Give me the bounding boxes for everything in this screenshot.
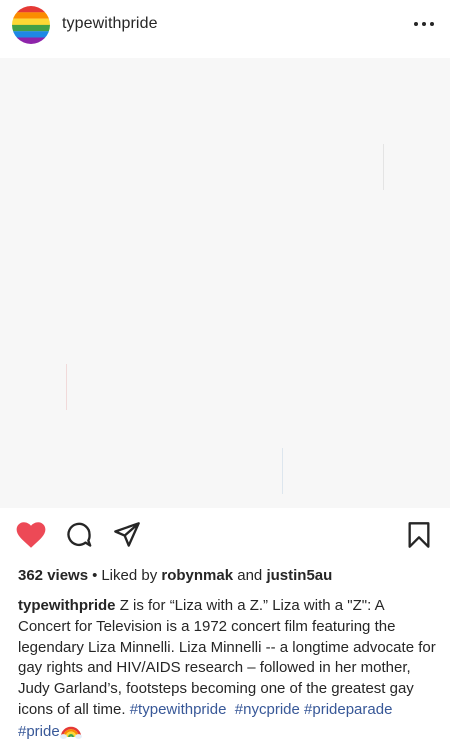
- liker-username[interactable]: justin5au: [266, 567, 332, 584]
- post-author-username[interactable]: typewithpride: [62, 15, 158, 33]
- comment-button[interactable]: [64, 520, 94, 550]
- action-bar: [0, 520, 450, 556]
- post-image[interactable]: [0, 58, 450, 508]
- hashtag-link[interactable]: #pride: [18, 723, 60, 740]
- image-speck: [383, 144, 384, 190]
- hashtag-link[interactable]: #prideparade: [304, 701, 392, 718]
- caption-text: Z is for “Liza with a Z.” Liza with a "Z…: [18, 597, 436, 718]
- image-speck: [66, 364, 67, 410]
- post-caption: typewithpride Z is for “Liza with a Z.” …: [18, 596, 438, 743]
- separator-dot: •: [92, 567, 98, 584]
- save-button[interactable]: [404, 520, 434, 550]
- caption-username[interactable]: typewithpride: [18, 597, 116, 614]
- views-count[interactable]: 362 views: [18, 567, 88, 584]
- hashtag-link[interactable]: #typewithpride: [130, 701, 227, 718]
- rainbow-avatar-icon: [12, 6, 50, 44]
- comment-bubble-icon: [67, 522, 92, 547]
- liked-by-label: Liked by: [101, 567, 158, 584]
- engagement-summary: 362 views • Liked by robynmak and justin5a…: [18, 567, 332, 584]
- avatar[interactable]: [12, 6, 50, 44]
- hashtag-link[interactable]: #nycpride: [235, 701, 300, 718]
- image-speck: [282, 448, 283, 494]
- dot: [414, 22, 418, 26]
- share-button[interactable]: [112, 520, 142, 550]
- rainbow-icon: [59, 726, 82, 739]
- like-button[interactable]: [16, 520, 46, 550]
- and-label: and: [237, 567, 263, 584]
- post-header: typewithpride: [0, 0, 450, 56]
- liker-username[interactable]: robynmak: [161, 567, 233, 584]
- dot: [422, 22, 426, 26]
- dot: [430, 22, 434, 26]
- more-options-icon[interactable]: [414, 19, 434, 29]
- heart-filled-icon: [16, 522, 46, 548]
- paper-plane-icon: [114, 522, 140, 547]
- bookmark-icon: [408, 522, 430, 548]
